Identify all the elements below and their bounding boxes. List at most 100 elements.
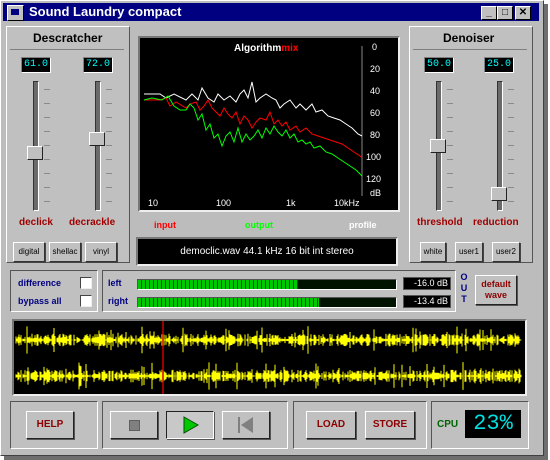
waveform-display[interactable] — [12, 319, 527, 396]
default-wave-line1: default — [481, 279, 511, 289]
slider-tick — [106, 89, 112, 90]
slider-tick — [508, 89, 514, 90]
maximize-button[interactable]: □ — [497, 6, 513, 20]
decrackle-slider[interactable] — [84, 81, 114, 211]
x-tick-100: 100 — [216, 198, 232, 208]
slider-tick — [447, 201, 453, 202]
denoiser-title: Denoiser — [443, 31, 495, 45]
left-label: left — [108, 278, 122, 288]
legend-profile: profile — [349, 220, 377, 230]
declick-label: declick — [19, 217, 53, 228]
preset-shellac-button[interactable]: shellac — [49, 242, 81, 262]
difference-label: difference — [18, 278, 62, 288]
slider-thumb[interactable] — [491, 187, 507, 201]
preset-white-button[interactable]: white — [420, 242, 446, 262]
legend-output: output — [245, 220, 273, 230]
right-label: right — [108, 296, 128, 306]
rewind-button[interactable] — [222, 411, 270, 439]
slider-tick — [508, 131, 514, 132]
decrackle-label: decrackle — [69, 217, 116, 228]
y-tick-120: 120 — [366, 174, 382, 184]
slider-tick — [508, 159, 514, 160]
y-unit: dB — [370, 188, 382, 198]
declick-slider[interactable] — [22, 81, 52, 211]
slider-tick — [447, 187, 453, 188]
app-icon[interactable] — [7, 5, 24, 21]
play-button[interactable] — [166, 411, 214, 439]
window-title: Sound Laundry compact — [29, 4, 182, 19]
title-bar[interactable]: Sound Laundry compact _ □ ✕ — [3, 3, 539, 21]
waveform-svg — [15, 321, 522, 394]
profile-curve — [144, 81, 363, 137]
slider-thumb[interactable] — [430, 139, 446, 153]
reduction-slider[interactable] — [486, 81, 516, 211]
slider-thumb[interactable] — [27, 146, 43, 160]
input-curve — [144, 97, 363, 159]
load-button[interactable]: LOAD — [306, 411, 356, 439]
default-wave-button[interactable]: default wave — [475, 275, 517, 305]
slider-tick — [106, 131, 112, 132]
x-tick-10: 10 — [148, 198, 159, 208]
slider-tick — [44, 187, 50, 188]
preset-digital-button[interactable]: digital — [13, 242, 45, 262]
slider-tick — [44, 89, 50, 90]
preset-user1-button[interactable]: user1 — [455, 242, 483, 262]
right-meter — [137, 297, 397, 308]
slider-tick — [447, 173, 453, 174]
left-meter — [137, 279, 397, 290]
slider-tick — [106, 187, 112, 188]
slider-tick — [106, 159, 112, 160]
x-tick-1k: 1k — [286, 198, 296, 208]
slider-tick — [508, 201, 514, 202]
slider-tick — [106, 145, 112, 146]
legend-input: input — [154, 220, 176, 230]
slider-tick — [44, 117, 50, 118]
y-tick-100: 100 — [366, 152, 382, 162]
slider-tick — [44, 145, 50, 146]
y-tick-80: 80 — [370, 130, 381, 140]
difference-checkbox[interactable] — [80, 277, 92, 289]
help-button[interactable]: HELP — [26, 411, 74, 439]
bypass-all-checkbox[interactable] — [80, 295, 92, 307]
preset-vinyl-button[interactable]: vinyl — [85, 242, 117, 262]
graph-title-b: mix — [281, 43, 299, 54]
bypass-all-label: bypass all — [18, 296, 62, 306]
descratcher-panel: Descratcher 61.0 72.0 declick decrackle — [6, 26, 130, 263]
slider-tick — [447, 117, 453, 118]
store-button[interactable]: STORE — [365, 411, 415, 439]
preset-user2-button[interactable]: user2 — [492, 242, 520, 262]
slider-tick — [106, 173, 112, 174]
slider-tick — [508, 145, 514, 146]
file-info: democlic.wav 44.1 kHz 16 bit int stereo — [136, 237, 398, 266]
right-db: -13.4 dB — [403, 295, 451, 308]
slider-thumb[interactable] — [89, 132, 105, 146]
slider-tick — [447, 159, 453, 160]
threshold-slider[interactable] — [425, 81, 455, 211]
graph-title: Algorithmmix — [234, 43, 298, 54]
slider-tick — [44, 131, 50, 132]
minimize-button[interactable]: _ — [481, 6, 497, 20]
left-meter-fill — [138, 280, 298, 289]
y-tick-60: 60 — [370, 108, 381, 118]
close-button[interactable]: ✕ — [515, 6, 531, 20]
reduction-value: 25.0 — [484, 57, 514, 73]
slider-tick — [44, 103, 50, 104]
threshold-value: 50.0 — [424, 57, 454, 73]
slider-tick — [44, 173, 50, 174]
cpu-label: CPU — [437, 419, 459, 430]
stop-button[interactable] — [110, 411, 158, 439]
out-label: OUT — [460, 272, 468, 304]
stop-icon — [129, 420, 140, 431]
levels-group: left right -16.0 dB -13.4 dB — [102, 270, 456, 312]
slider-tick — [44, 159, 50, 160]
app-window: Sound Laundry compact _ □ ✕ Descratcher … — [0, 0, 544, 456]
threshold-label: threshold — [417, 217, 463, 228]
slider-tick — [106, 201, 112, 202]
waveform-channel — [15, 326, 522, 354]
denoiser-panel: Denoiser 50.0 25.0 threshold reduction — [409, 26, 533, 263]
declick-value: 61.0 — [21, 57, 51, 73]
descratcher-title: Descratcher — [33, 31, 103, 45]
slider-tick — [508, 187, 514, 188]
slider-track — [95, 81, 101, 211]
y-tick-40: 40 — [370, 86, 381, 96]
